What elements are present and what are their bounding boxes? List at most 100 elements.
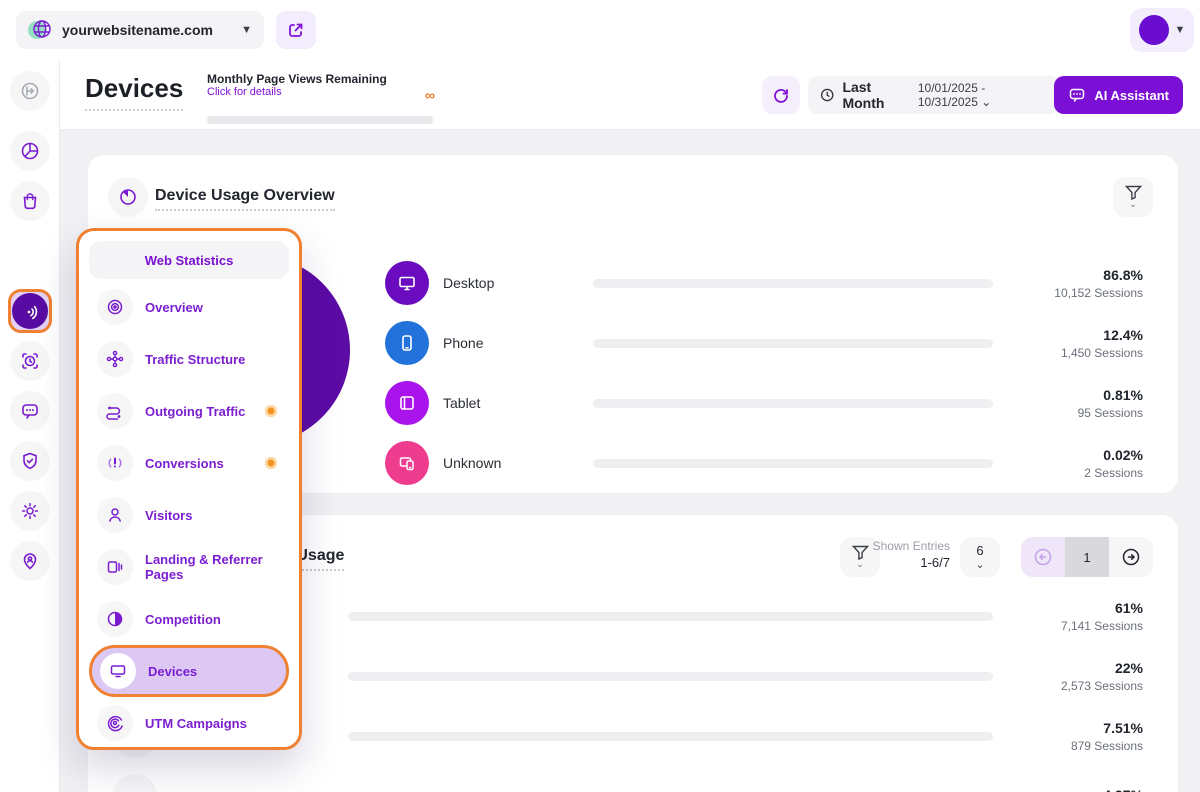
sessions-value: 2,573 Sessions xyxy=(1017,679,1143,693)
menu-item-conversions[interactable]: Conversions xyxy=(89,437,289,489)
tablet-icon xyxy=(385,381,429,425)
user-menu[interactable]: ▼ xyxy=(1130,8,1194,52)
sidebar-item-session-recordings[interactable] xyxy=(10,341,50,381)
quota-progress-bar xyxy=(207,116,433,124)
notification-badge xyxy=(265,405,277,417)
conversions-icon xyxy=(97,445,133,481)
session-camera-icon xyxy=(20,351,40,371)
quota-details-link[interactable]: Click for details xyxy=(207,86,437,98)
refresh-button[interactable] xyxy=(762,76,800,114)
menu-item-label: Landing & Referrer Pages xyxy=(145,552,281,582)
arrow-left-icon xyxy=(1033,547,1053,567)
percent-value: 12.4% xyxy=(1017,327,1143,343)
shown-entries-value: 1-6/7 xyxy=(873,555,950,570)
menu-item-label: Outgoing Traffic xyxy=(145,404,253,419)
bar-track xyxy=(593,279,993,288)
device-label: Unknown xyxy=(429,455,593,471)
menu-item-traffic-structure[interactable]: Traffic Structure xyxy=(89,333,289,385)
funnel-icon xyxy=(1125,185,1142,200)
next-page-button[interactable] xyxy=(1109,537,1153,577)
sessions-value: 95 Sessions xyxy=(1017,406,1143,420)
menu-item-label: Competition xyxy=(145,612,281,627)
website-selector[interactable]: yourwebsitename.com ▼ xyxy=(16,11,264,49)
menu-item-label: UTM Campaigns xyxy=(145,716,281,731)
menu-item-utm-campaigns[interactable]: UTM Campaigns xyxy=(89,697,289,749)
landing-pages-icon xyxy=(97,549,133,585)
device-row-desktop: Desktop 86.8% 10,152 Sessions xyxy=(385,253,1143,313)
device-label: Desktop xyxy=(429,275,593,291)
sessions-value: 879 Sessions xyxy=(1017,739,1143,753)
traffic-structure-icon xyxy=(97,341,133,377)
os-stats: 61% 7,141 Sessions xyxy=(1017,600,1143,633)
chevron-down-icon: ⌄ xyxy=(1129,199,1137,210)
device-label: Tablet xyxy=(429,395,593,411)
sidebar-item-privacy[interactable] xyxy=(10,441,50,481)
menu-item-outgoing-traffic[interactable]: Outgoing Traffic xyxy=(89,385,289,437)
chevron-down-icon: ⌄ xyxy=(856,559,864,570)
current-page[interactable]: 1 xyxy=(1065,537,1109,577)
visitors-icon xyxy=(97,497,133,533)
os-stats: 7.51% 879 Sessions xyxy=(1017,720,1143,753)
arrow-right-icon xyxy=(1121,547,1141,567)
percent-value: 4.97% xyxy=(1017,787,1143,792)
page-views-quota: Monthly Page Views Remaining Click for d… xyxy=(207,72,437,98)
bar-track xyxy=(348,612,993,621)
website-name: yourwebsitename.com xyxy=(62,22,231,38)
sidebar-item-ecommerce[interactable] xyxy=(10,181,50,221)
percent-value: 86.8% xyxy=(1017,267,1143,283)
filter-button[interactable]: ⌄ xyxy=(1113,177,1153,217)
chevron-down-icon: ▼ xyxy=(241,24,252,36)
percent-value: 0.02% xyxy=(1017,447,1143,463)
menu-item-overview[interactable]: Overview xyxy=(89,281,289,333)
sidebar-expand-button[interactable] xyxy=(10,71,50,111)
os-stats: 22% 2,573 Sessions xyxy=(1017,660,1143,693)
device-row-unknown: Unknown 0.02% 2 Sessions xyxy=(385,433,1143,493)
open-website-button[interactable] xyxy=(276,11,316,49)
overview-icon xyxy=(97,289,133,325)
menu-item-label: Visitors xyxy=(145,508,281,523)
devices-icon xyxy=(100,653,136,689)
os-row-icon xyxy=(113,774,157,792)
chat-icon xyxy=(20,401,40,421)
bar-track xyxy=(593,459,993,468)
page-size-selector[interactable]: 6 ⌄ xyxy=(960,537,1000,577)
menu-item-devices-active[interactable]: Devices xyxy=(89,645,289,697)
sidebar-item-web-statistics-active[interactable] xyxy=(8,289,52,333)
page-size-value: 6 xyxy=(976,543,983,558)
pie-chart-icon xyxy=(108,177,148,217)
chat-bubble-icon xyxy=(1068,86,1086,104)
expand-arrow-icon xyxy=(20,81,40,101)
web-statistics-flyout-menu: Web Statistics Overview Traffic Structur… xyxy=(76,228,302,750)
prev-page-button[interactable] xyxy=(1021,537,1065,577)
sessions-value: 10,152 Sessions xyxy=(1017,286,1143,300)
sidebar-item-feedback[interactable] xyxy=(10,391,50,431)
device-stats: 86.8% 10,152 Sessions xyxy=(1017,267,1143,300)
os-stats: 4.97% xyxy=(1017,787,1143,792)
date-range-selector[interactable]: Last Month 10/01/2025 - 10/31/2025 ⌄ xyxy=(808,76,1060,114)
percent-value: 7.51% xyxy=(1017,720,1143,736)
sidebar-item-dashboard[interactable] xyxy=(10,131,50,171)
quota-value: ∞ xyxy=(425,87,435,103)
shopping-bag-icon xyxy=(20,191,40,211)
device-stats: 12.4% 1,450 Sessions xyxy=(1017,327,1143,360)
device-rows: Desktop 86.8% 10,152 Sessions Phone 12.4… xyxy=(385,253,1143,493)
radar-icon xyxy=(12,293,48,329)
menu-item-competition[interactable]: Competition xyxy=(89,593,289,645)
device-row-phone: Phone 12.4% 1,450 Sessions xyxy=(385,313,1143,373)
refresh-icon xyxy=(772,86,790,104)
device-row-tablet: Tablet 0.81% 95 Sessions xyxy=(385,373,1143,433)
menu-item-landing-referrer-pages[interactable]: Landing & Referrer Pages xyxy=(89,541,289,593)
pie-chart-icon xyxy=(20,141,40,161)
external-link-icon xyxy=(287,21,305,39)
clock-icon xyxy=(820,87,834,103)
sidebar-item-visitor-location[interactable] xyxy=(10,541,50,581)
utm-campaigns-icon xyxy=(97,705,133,741)
bar-track xyxy=(348,732,993,741)
sidebar-item-settings[interactable] xyxy=(10,491,50,531)
ai-assistant-label: AI Assistant xyxy=(1094,88,1169,103)
device-stats: 0.81% 95 Sessions xyxy=(1017,387,1143,420)
ai-assistant-button[interactable]: AI Assistant xyxy=(1054,76,1183,114)
shield-check-icon xyxy=(20,451,40,471)
page-header: Devices Monthly Page Views Remaining Cli… xyxy=(60,60,1200,130)
menu-item-visitors[interactable]: Visitors xyxy=(89,489,289,541)
